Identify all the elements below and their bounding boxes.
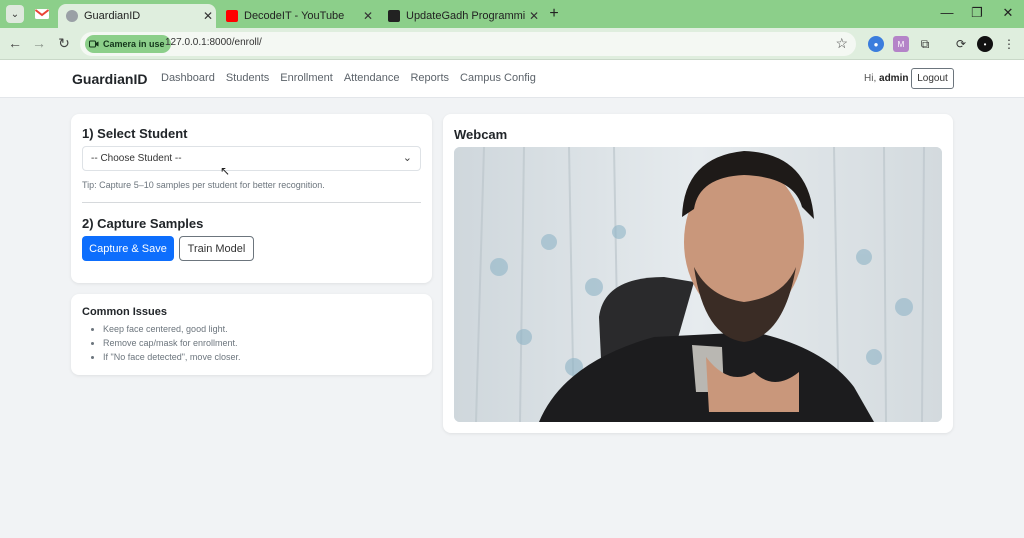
chevron-down-icon: ⌄	[402, 152, 412, 164]
logout-button[interactable]: Logout	[911, 68, 954, 89]
common-issues-title: Common Issues	[82, 306, 167, 318]
extension-m-icon[interactable]: M	[893, 36, 909, 52]
list-item: If "No face detected", move closer.	[103, 350, 240, 364]
tab-youtube[interactable]: DecodeIT - YouTube ✕	[218, 4, 376, 28]
close-icon[interactable]: ✕	[360, 9, 376, 23]
nav-dashboard[interactable]: Dashboard	[161, 72, 215, 84]
brand-logo[interactable]: GuardianID	[72, 71, 147, 87]
restore-icon[interactable]: ❐	[967, 5, 987, 21]
app-navbar: GuardianID Dashboard Students Enrollment…	[0, 60, 1024, 98]
webcam-heading: Webcam	[454, 127, 508, 142]
sync-icon[interactable]: ⟳	[953, 36, 969, 52]
camera-chip-label: Camera in use	[103, 39, 165, 49]
camera-icon	[89, 40, 99, 48]
forward-icon[interactable]: →	[30, 35, 48, 51]
user-greeting: Hi, admin	[864, 73, 908, 84]
common-issues-card: Common Issues Keep face centered, good l…	[71, 294, 432, 375]
close-icon[interactable]: ✕	[200, 9, 216, 23]
nav-campus-config[interactable]: Campus Config	[460, 72, 536, 84]
nav-students[interactable]: Students	[226, 72, 269, 84]
list-item: Remove cap/mask for enrollment.	[103, 336, 240, 350]
camera-in-use-chip[interactable]: Camera in use	[85, 35, 171, 53]
username: admin	[879, 73, 909, 84]
tab-title: GuardianID	[84, 10, 141, 22]
tab-search-button[interactable]: ⌄	[6, 5, 24, 23]
tab-title: DecodeIT - YouTube	[244, 10, 345, 22]
student-select[interactable]: -- Choose Student -- ⌄	[82, 146, 421, 171]
minimize-icon[interactable]: —	[937, 5, 957, 20]
webcam-card: Webcam	[443, 114, 953, 433]
window-close-icon[interactable]: ✕	[998, 5, 1018, 21]
nav-links: Dashboard Students Enrollment Attendance…	[161, 72, 536, 84]
train-model-button[interactable]: Train Model	[179, 236, 254, 261]
nav-reports[interactable]: Reports	[410, 72, 449, 84]
puzzle-icon[interactable]: ⧉	[917, 36, 933, 52]
browser-tab-bar: ⌄ GuardianID ✕ DecodeIT - YouTube ✕ Upda…	[0, 0, 1024, 28]
bookmark-star-icon[interactable]: ☆	[835, 35, 848, 52]
enroll-card: 1) Select Student -- Choose Student -- ⌄…	[71, 114, 432, 283]
youtube-icon	[226, 10, 238, 22]
list-item: Keep face centered, good light.	[103, 322, 240, 336]
tab-title: UpdateGadh Programming - U	[406, 10, 526, 22]
new-tab-button[interactable]: +	[546, 5, 562, 23]
mouse-cursor-icon: ↖	[220, 164, 231, 178]
divider	[82, 202, 421, 203]
more-menu-icon[interactable]: ⋮	[1001, 36, 1017, 52]
tab-guardianid[interactable]: GuardianID ✕	[58, 4, 216, 28]
nav-attendance[interactable]: Attendance	[344, 72, 400, 84]
student-select-value: -- Choose Student --	[91, 153, 182, 164]
back-icon[interactable]: ←	[6, 35, 24, 51]
webcam-feed-image	[454, 147, 942, 422]
webcam-video	[454, 147, 942, 422]
select-student-heading: 1) Select Student	[82, 126, 188, 141]
updategadh-icon	[388, 10, 400, 22]
globe-icon	[66, 10, 78, 22]
address-bar[interactable]: Camera in use 127.0.0.1:8000/enroll/ ☆	[80, 32, 856, 56]
close-icon[interactable]: ✕	[526, 9, 542, 23]
capture-tip: Tip: Capture 5–10 samples per student fo…	[82, 180, 325, 190]
extension-icon[interactable]: ●	[868, 36, 884, 52]
nav-enrollment[interactable]: Enrollment	[280, 72, 333, 84]
url-text: 127.0.0.1:8000/enroll/	[165, 37, 262, 48]
tab-updategadh[interactable]: UpdateGadh Programming - U ✕	[380, 4, 542, 28]
capture-save-button[interactable]: Capture & Save	[82, 236, 174, 261]
common-issues-list: Keep face centered, good light. Remove c…	[93, 322, 240, 364]
gmail-icon[interactable]	[34, 6, 50, 22]
greeting-text: Hi,	[864, 73, 877, 84]
capture-samples-heading: 2) Capture Samples	[82, 216, 204, 231]
reload-icon[interactable]: ↻	[55, 35, 73, 52]
profile-avatar[interactable]: •	[977, 36, 993, 52]
